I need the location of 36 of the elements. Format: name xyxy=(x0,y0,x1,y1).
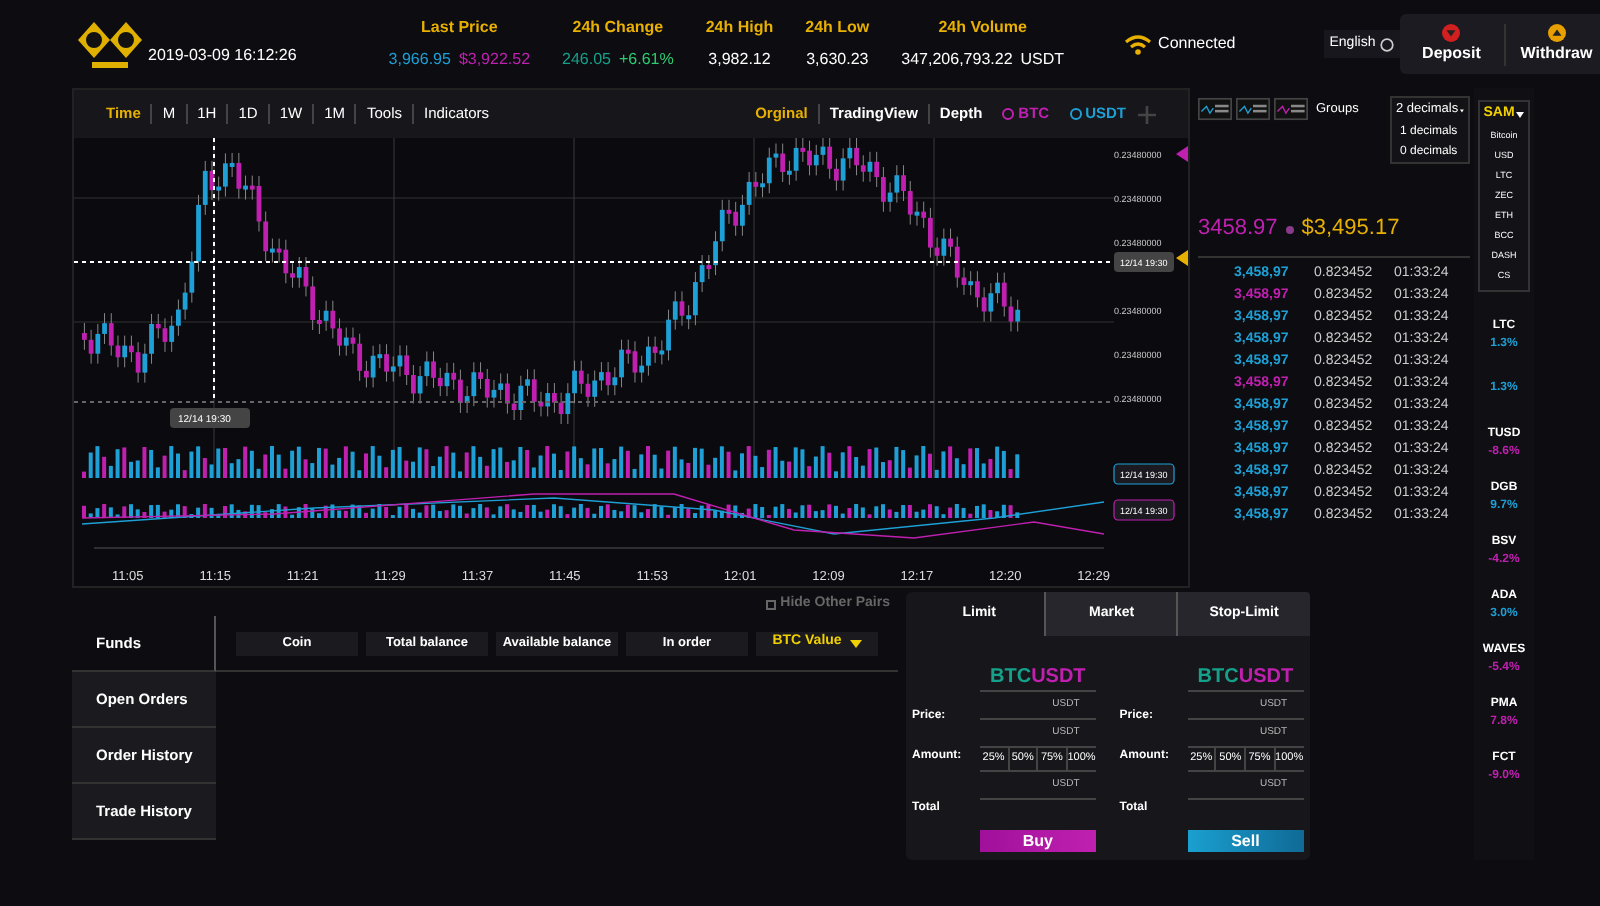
stat-label: 24h Change xyxy=(572,16,664,40)
stat-value: 3,630.23 xyxy=(806,48,869,72)
price-marker-icon xyxy=(1176,146,1188,162)
chart-style-icon[interactable] xyxy=(1236,96,1270,122)
stat-value: USDT xyxy=(1020,48,1065,72)
base-currency: BTC xyxy=(990,664,1032,692)
stat-label: Last Price xyxy=(421,16,498,40)
quote-currency: USDT xyxy=(1238,664,1294,692)
sell-button[interactable]: Sell xyxy=(1187,830,1304,852)
stat-label: 24h Low xyxy=(805,16,870,40)
up-arrow-icon xyxy=(1547,23,1566,41)
stat-label: 24h Volume xyxy=(938,16,1027,40)
buy-button[interactable]: Buy xyxy=(980,830,1096,852)
down-arrow-icon xyxy=(1442,23,1461,41)
base-currency: BTC xyxy=(1197,664,1239,692)
move-icon xyxy=(1138,105,1156,123)
stat-value: $3,922.52 xyxy=(458,48,531,72)
connection-status: Connected xyxy=(1158,32,1236,56)
stat-label: 24h High xyxy=(705,16,774,40)
last-price: 3458.97 xyxy=(1198,214,1278,245)
chart-style-icon[interactable] xyxy=(1198,96,1232,122)
quote-currency: USDT xyxy=(1031,664,1086,692)
caret-icon xyxy=(849,639,862,647)
caret-icon xyxy=(1516,111,1525,117)
stat-value: 246.05 xyxy=(562,48,611,72)
last-price-usd: $3,495.17 xyxy=(1301,214,1400,245)
stat-value: 3,966.95 xyxy=(388,48,451,72)
date-time: 2019-03-09 16:12:26 xyxy=(148,44,297,68)
stat-value: +6.61% xyxy=(619,48,674,72)
exchange-logo xyxy=(76,18,144,70)
wallet-action-button[interactable]: Withdraw xyxy=(1503,23,1600,65)
wallet-action-button[interactable]: Deposit xyxy=(1399,23,1504,65)
stat-value: 347,206,793.22 xyxy=(901,48,1013,72)
chart-style-icon[interactable] xyxy=(1274,96,1308,122)
stat-value: 3,982.12 xyxy=(708,48,771,72)
wifi-icon xyxy=(1124,33,1153,55)
